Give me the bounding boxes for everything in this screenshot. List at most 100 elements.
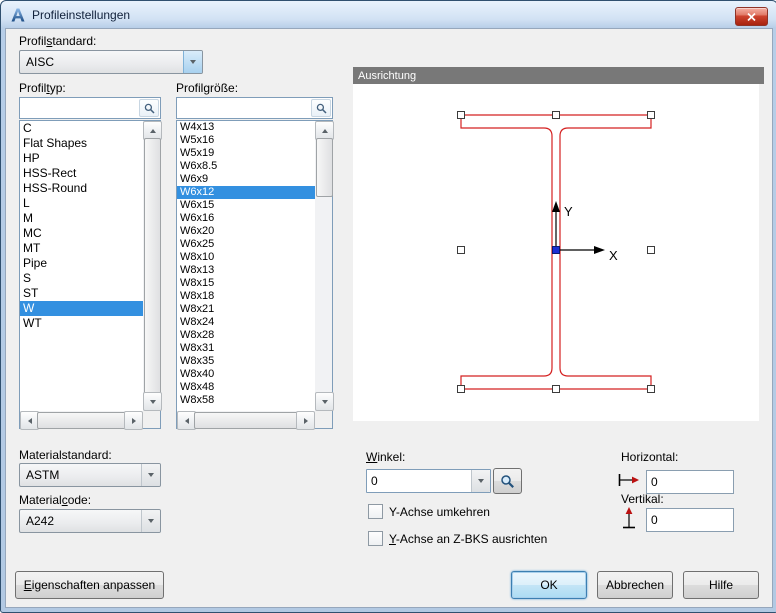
help-button[interactable]: Hilfe [683, 571, 759, 599]
close-button[interactable] [735, 7, 768, 26]
list-item[interactable]: C [20, 121, 143, 136]
search-icon [316, 103, 327, 114]
profilstandard-select[interactable]: AISC [19, 50, 203, 74]
dropdown-button[interactable] [141, 464, 160, 486]
origin-grip [552, 246, 560, 254]
y-axis-arrowhead [552, 201, 560, 212]
list-item[interactable]: L [20, 196, 143, 211]
profilgroesse-searchbox [176, 97, 333, 119]
profiltyp-search-button[interactable] [139, 99, 159, 117]
list-item[interactable]: W5x19 [177, 147, 315, 160]
dropdown-button[interactable] [183, 51, 202, 73]
list-item[interactable]: W8x31 [177, 342, 315, 355]
list-item[interactable]: HP [20, 151, 143, 166]
winkel-pick-button[interactable] [493, 468, 522, 494]
profilgroesse-items: W4x13 W5x16 W5x19 W6x8.5 W6x9 W6x12 W6x15 W6x16… [177, 121, 315, 411]
profilgroesse-vscrollbar[interactable] [315, 121, 334, 411]
list-item[interactable]: ST [20, 286, 143, 301]
dropdown-button[interactable] [471, 470, 490, 492]
list-item[interactable]: W8x15 [177, 277, 315, 290]
list-item[interactable]: M [20, 211, 143, 226]
list-item[interactable]: Pipe [20, 256, 143, 271]
align-y-checkbox[interactable] [368, 531, 383, 546]
profilgroesse-hscrollbar[interactable] [177, 411, 315, 430]
title-bar[interactable]: Profileinstellungen [1, 1, 776, 28]
profilgroesse-search-button[interactable] [311, 99, 331, 117]
arrow-up-icon [149, 128, 156, 133]
list-item[interactable]: W6x15 [177, 199, 315, 212]
list-item[interactable]: W6x12 [177, 186, 315, 199]
chevron-down-icon [148, 473, 154, 477]
x-axis-arrowhead [594, 246, 605, 254]
list-item[interactable]: W6x8.5 [177, 160, 315, 173]
align-y-checkbox-row[interactable]: Y-Achse an Z-BKS ausrichten [368, 531, 547, 546]
vertical-offset-icon [622, 506, 636, 529]
profilstandard-label: Profilstandard: [19, 34, 97, 48]
horizontal-offset-input[interactable] [646, 470, 734, 494]
winkel-input[interactable] [367, 470, 471, 492]
list-item[interactable]: W8x18 [177, 290, 315, 303]
list-item[interactable]: W8x21 [177, 303, 315, 316]
scrollbar-thumb[interactable] [316, 138, 333, 197]
scrollbar-thumb[interactable] [144, 138, 161, 394]
ok-button[interactable]: OK [511, 571, 587, 599]
list-item[interactable]: W8x24 [177, 316, 315, 329]
winkel-label: Winkel: [366, 450, 406, 464]
list-item[interactable]: W8x48 [177, 381, 315, 394]
arrow-right-icon [131, 417, 136, 424]
list-item[interactable]: HSS-Rect [20, 166, 143, 181]
flip-y-checkbox-row[interactable]: Y-Achse umkehren [368, 504, 490, 519]
list-item[interactable]: WT [20, 316, 143, 331]
list-item[interactable]: W8x13 [177, 264, 315, 277]
list-item[interactable]: W4x13 [177, 121, 315, 134]
list-item[interactable]: W6x25 [177, 238, 315, 251]
profile-settings-dialog: Profileinstellungen Profilstandard: AISC… [0, 0, 776, 613]
magnifier-icon [501, 474, 514, 488]
list-item[interactable]: S [20, 271, 143, 286]
list-item[interactable]: W5x16 [177, 134, 315, 147]
profiltyp-hscrollbar[interactable] [20, 411, 143, 430]
list-item[interactable]: W8x40 [177, 368, 315, 381]
arrow-down-icon [321, 399, 328, 404]
scroll-right-button[interactable] [124, 411, 143, 430]
customize-properties-button[interactable]: Eigenschaften anpassen [15, 571, 164, 599]
list-item[interactable]: MT [20, 241, 143, 256]
list-item[interactable]: W8x10 [177, 251, 315, 264]
list-item[interactable]: MC [20, 226, 143, 241]
profiltyp-vscrollbar[interactable] [143, 121, 162, 411]
scroll-down-button[interactable] [143, 392, 162, 411]
profiltyp-search-input[interactable] [20, 98, 138, 118]
flip-y-checkbox[interactable] [368, 504, 383, 519]
profiltyp-list: C Flat Shapes HP HSS-Rect HSS-Round L M MC MT Pip… [19, 120, 162, 430]
profilstandard-value: AISC [26, 55, 55, 69]
vertical-offset-input[interactable] [646, 508, 734, 532]
materialstandard-value: ASTM [26, 468, 60, 482]
arrow-up-icon [321, 128, 328, 133]
axis-arrows [555, 209, 597, 251]
dropdown-button[interactable] [141, 510, 160, 532]
scroll-right-button[interactable] [296, 411, 315, 430]
list-item[interactable]: Flat Shapes [20, 136, 143, 151]
list-item[interactable]: W6x20 [177, 225, 315, 238]
profilgroesse-label: Profilgröße: [176, 81, 239, 95]
list-item[interactable]: W6x16 [177, 212, 315, 225]
list-item[interactable]: HSS-Round [20, 181, 143, 196]
scrollbar-thumb[interactable] [37, 412, 126, 429]
list-item[interactable]: W8x28 [177, 329, 315, 342]
list-item[interactable]: W [20, 301, 143, 316]
list-item[interactable]: W6x9 [177, 173, 315, 186]
cancel-button[interactable]: Abbrechen [597, 571, 673, 599]
arrow-down-icon [149, 399, 156, 404]
winkel-combobox[interactable] [366, 469, 491, 493]
scrollbar-corner [315, 411, 332, 428]
materialcode-select[interactable]: A242 [19, 509, 161, 533]
scroll-down-button[interactable] [315, 392, 334, 411]
profiltyp-searchbox [19, 97, 161, 119]
align-y-label: Y-Achse an Z-BKS ausrichten [389, 531, 548, 546]
profilgroesse-search-input[interactable] [177, 98, 310, 118]
list-item[interactable]: W8x58 [177, 394, 315, 407]
vertikal-label: Vertikal: [621, 492, 664, 506]
materialstandard-select[interactable]: ASTM [19, 463, 161, 487]
list-item[interactable]: W8x35 [177, 355, 315, 368]
scrollbar-thumb[interactable] [194, 412, 298, 429]
